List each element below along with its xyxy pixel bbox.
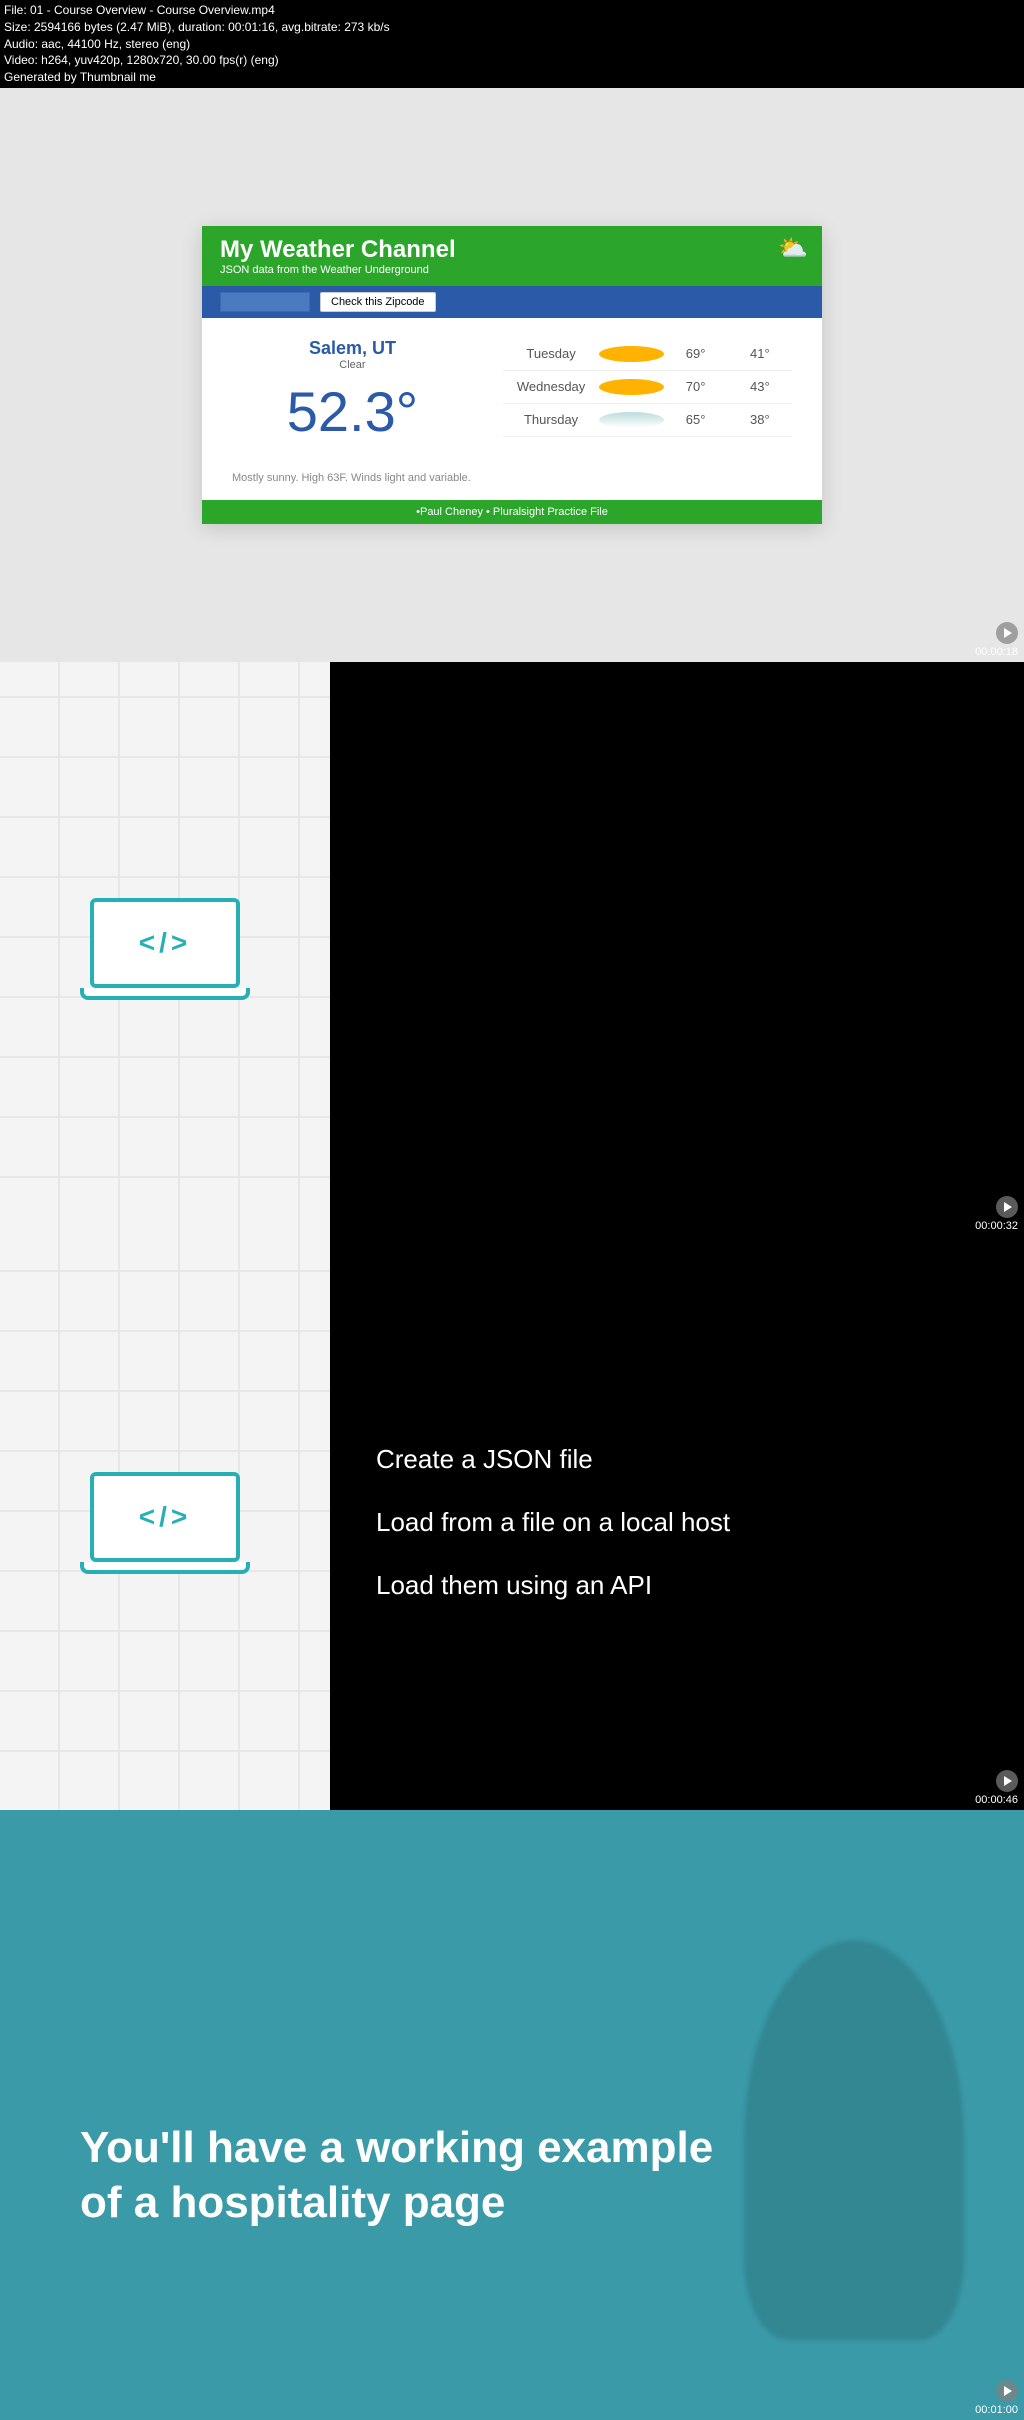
forecast-day: Tuesday	[503, 346, 599, 361]
current-weather: Salem, UT Clear 52.3°	[232, 338, 473, 444]
main-black-area	[330, 662, 1024, 1236]
play-icon[interactable]	[996, 1770, 1018, 1792]
main-text-area: Create a JSON file Load from a file on a…	[330, 1236, 1024, 1810]
meta-video: Video: h264, yuv420p, 1280x720, 30.00 fp…	[4, 52, 1020, 69]
weather-footer: •Paul Cheney • Pluralsight Practice File	[202, 500, 822, 524]
play-icon[interactable]	[996, 622, 1018, 644]
forecast-row: Thursday 65° 38°	[503, 404, 792, 437]
sidebar-pattern: </>	[0, 662, 330, 1236]
weather-body: Salem, UT Clear 52.3° Tuesday 69° 41° We…	[202, 318, 822, 464]
play-icon[interactable]	[996, 1196, 1018, 1218]
meta-audio: Audio: aac, 44100 Hz, stereo (eng)	[4, 36, 1020, 53]
timestamp-label: 00:00:32	[975, 1220, 1018, 1232]
weather-header: My Weather Channel JSON data from the We…	[202, 226, 822, 286]
forecast-list: Tuesday 69° 41° Wednesday 70° 43° Thursd…	[503, 338, 792, 444]
sunny-icon	[599, 379, 663, 395]
code-brackets-icon: </>	[139, 927, 191, 959]
meta-size: Size: 2594166 bytes (2.47 MiB), duration…	[4, 19, 1020, 36]
forecast-lo: 41°	[728, 346, 792, 361]
play-icon[interactable]	[996, 2380, 1018, 2402]
timestamp-label: 00:00:46	[975, 1794, 1018, 1806]
forecast-row: Wednesday 70° 43°	[503, 371, 792, 404]
forecast-lo: 38°	[728, 412, 792, 427]
laptop-icon: </>	[90, 1472, 240, 1574]
bullet-text: Load them using an API	[376, 1570, 1024, 1601]
thumbnail-frame-1: My Weather Channel JSON data from the We…	[0, 88, 1024, 662]
timestamp-label: 00:01:00	[975, 2404, 1018, 2416]
headline-text: You'll have a working example of a hospi…	[80, 2120, 713, 2230]
weather-card: My Weather Channel JSON data from the We…	[202, 226, 822, 524]
forecast-day: Thursday	[503, 412, 599, 427]
forecast-lo: 43°	[728, 379, 792, 394]
laptop-icon: </>	[90, 898, 240, 1000]
video-metadata: File: 01 - Course Overview - Course Over…	[0, 0, 1024, 88]
forecast-hi: 69°	[664, 346, 728, 361]
thumbnail-frame-3: </> Create a JSON file Load from a file …	[0, 1236, 1024, 1810]
sun-cloud-icon: ⛅	[778, 234, 808, 263]
person-silhouette	[744, 1940, 964, 2340]
forecast-row: Tuesday 69° 41°	[503, 338, 792, 371]
weather-search-bar: Check this Zipcode	[202, 286, 822, 318]
bullet-text: Create a JSON file	[376, 1444, 1024, 1475]
sunny-icon	[599, 346, 663, 362]
bullet-text: Load from a file on a local host	[376, 1507, 1024, 1538]
forecast-hi: 65°	[664, 412, 728, 427]
city-label: Salem, UT	[232, 338, 473, 359]
cloudy-icon	[599, 412, 663, 428]
thumbnail-frame-2: </> 00:00:32	[0, 662, 1024, 1236]
meta-generated: Generated by Thumbnail me	[4, 69, 1020, 86]
weather-title: My Weather Channel	[220, 236, 804, 264]
forecast-day: Wednesday	[503, 379, 599, 394]
headline-line1: You'll have a working example	[80, 2120, 713, 2175]
thumbnail-frame-4: You'll have a working example of a hospi…	[0, 1810, 1024, 2420]
sidebar-pattern: </>	[0, 1236, 330, 1810]
forecast-hi: 70°	[664, 379, 728, 394]
forecast-summary: Mostly sunny. High 63F. Winds light and …	[202, 464, 822, 500]
headline-line2: of a hospitality page	[80, 2175, 713, 2230]
meta-filename: File: 01 - Course Overview - Course Over…	[4, 2, 1020, 19]
check-zipcode-button[interactable]: Check this Zipcode	[320, 292, 436, 312]
timestamp-label: 00:00:18	[975, 646, 1018, 658]
temperature-label: 52.3°	[232, 379, 473, 444]
zipcode-input[interactable]	[220, 292, 310, 312]
weather-subtitle: JSON data from the Weather Underground	[220, 264, 804, 276]
condition-label: Clear	[232, 359, 473, 371]
code-brackets-icon: </>	[139, 1501, 191, 1533]
